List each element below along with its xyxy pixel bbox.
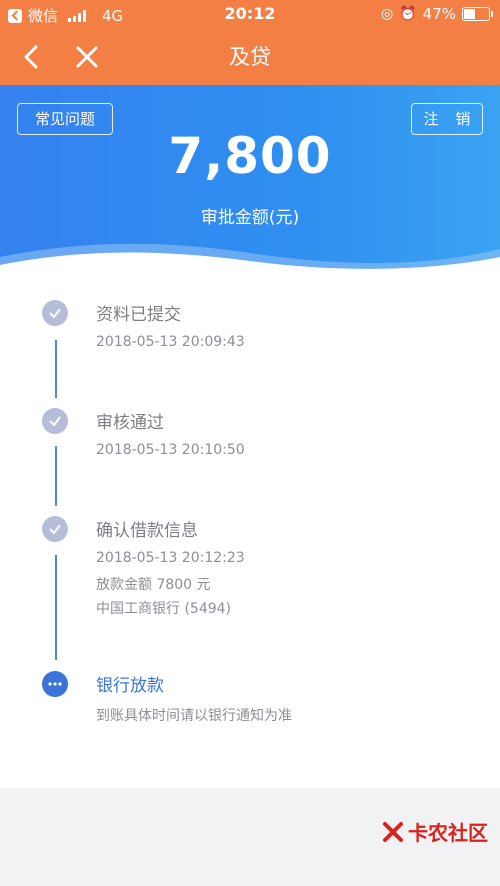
status-bar: 微信 4G 20:12 ◎ ⏰ 47%	[0, 0, 500, 28]
step-title: 银行放款	[96, 676, 164, 696]
step-title: 确认借款信息	[96, 521, 198, 541]
amount-header: 常见问题 注 销 7,800 审批金额(元)	[0, 85, 500, 275]
header-wave-decoration	[0, 243, 500, 275]
timeline-connector	[55, 446, 57, 506]
watermark-logo: 卡农社区	[382, 817, 488, 846]
timeline-connector	[55, 555, 57, 660]
watermark-text: 卡农社区	[408, 821, 488, 845]
step-timestamp: 2018-05-13 20:12:23	[96, 550, 245, 566]
approved-amount-label: 审批金额(元)	[200, 208, 300, 228]
step-note: 到账具体时间请以银行通知为准	[96, 708, 292, 724]
step-timestamp: 2018-05-13 20:10:50	[96, 442, 245, 458]
loan-amount-detail: 放款金额 7800 元	[96, 577, 211, 593]
page-title: 及贷	[229, 45, 271, 69]
step-pending-icon	[42, 671, 68, 697]
battery-percent: 47%	[422, 5, 456, 23]
step-done-icon	[42, 516, 68, 542]
watermark-icon	[383, 821, 403, 842]
step-title: 资料已提交	[96, 305, 181, 325]
step-title: 审核通过	[96, 413, 164, 433]
bank-account-detail: 中国工商银行 (5494)	[96, 601, 232, 617]
approved-amount: 7,800	[168, 127, 332, 185]
timeline-connector	[55, 340, 57, 398]
step-timestamp: 2018-05-13 20:09:43	[96, 334, 245, 350]
step-done-icon	[42, 300, 68, 326]
rotation-lock-icon: ◎	[381, 6, 394, 22]
alarm-icon: ⏰	[399, 6, 417, 22]
step-done-icon	[42, 408, 68, 434]
progress-timeline: 资料已提交 2018-05-13 20:09:43 审核通过 2018-05-1…	[0, 270, 500, 788]
navigation-bar: 及贷	[0, 28, 500, 85]
battery-icon	[462, 7, 493, 21]
